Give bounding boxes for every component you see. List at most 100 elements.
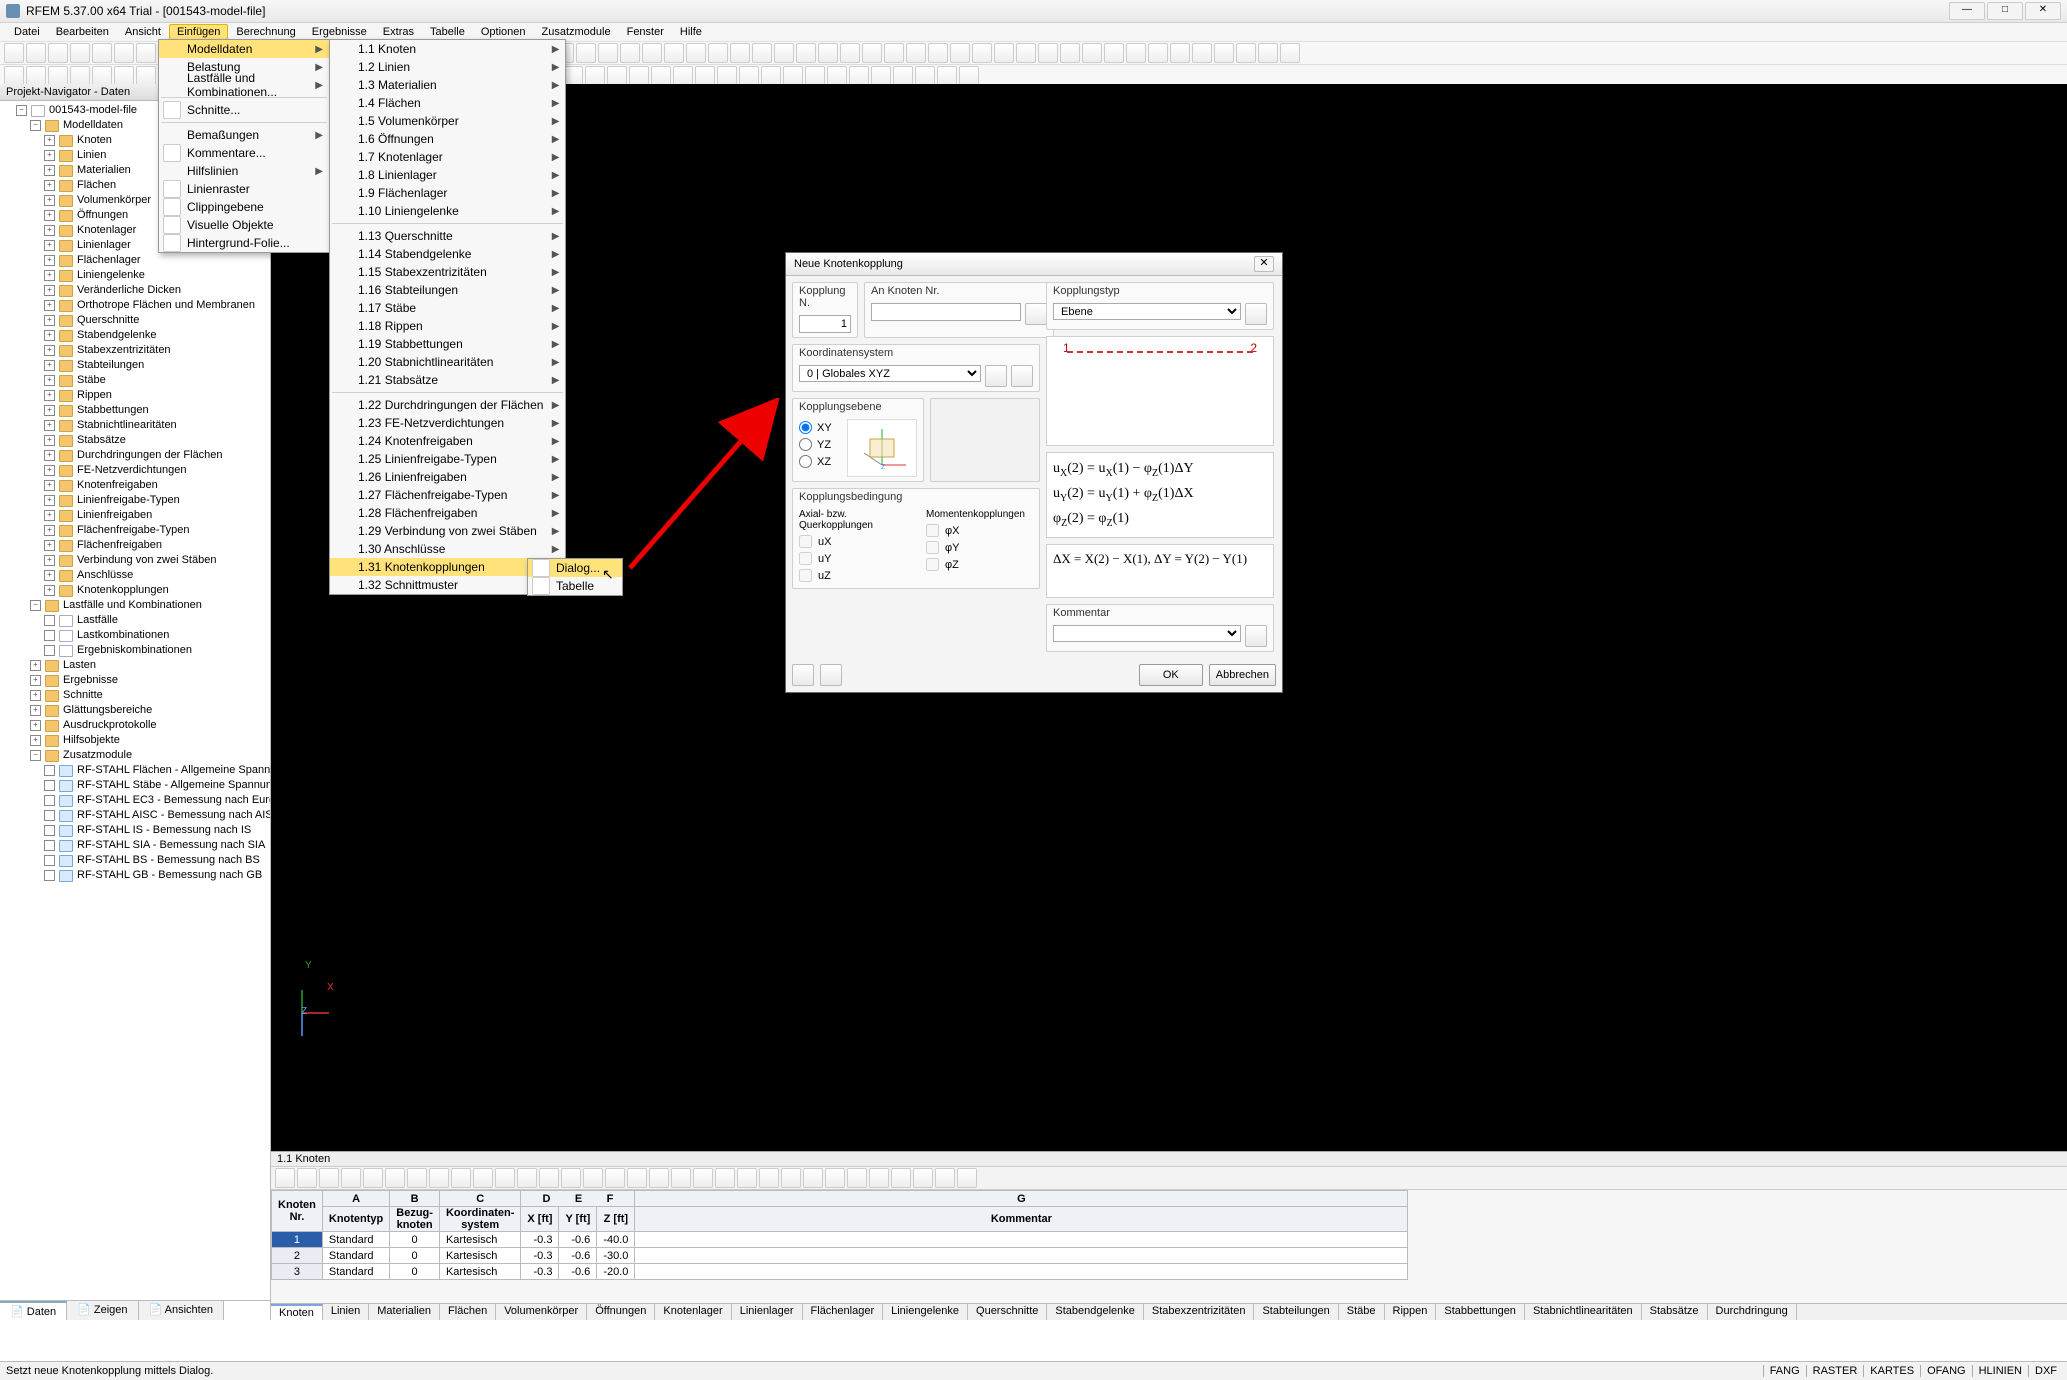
tree-Flächenfreigaben[interactable]: +Flächenfreigaben xyxy=(44,538,268,553)
tt-btn[interactable] xyxy=(319,1168,339,1188)
tree-Stabbettungen[interactable]: +Stabbettungen xyxy=(44,403,268,418)
tb1-btn[interactable] xyxy=(708,43,728,63)
coupling-type-info-button[interactable] xyxy=(1245,303,1267,325)
tb1-btn[interactable] xyxy=(1038,43,1058,63)
mi-Lastfälle und Kombinationen...[interactable]: Lastfälle und Kombinationen...▶ xyxy=(159,76,329,94)
tt-btn[interactable] xyxy=(451,1168,471,1188)
coord-sys-combo[interactable]: 0 | Globales XYZ xyxy=(799,365,981,382)
tb1-btn[interactable] xyxy=(1016,43,1036,63)
tb2-btn[interactable] xyxy=(4,66,24,86)
mi-Visuelle Objekte[interactable]: Visuelle Objekte xyxy=(159,216,329,234)
comment-combo[interactable] xyxy=(1053,625,1241,642)
mi-Tabelle[interactable]: Tabelle xyxy=(528,577,622,595)
tb2-btn[interactable] xyxy=(739,66,759,86)
plane-YZ[interactable]: YZ xyxy=(799,436,847,453)
tb1-btn[interactable] xyxy=(1126,43,1146,63)
tb2-btn[interactable] xyxy=(717,66,737,86)
sheet-Querschnitte[interactable]: Querschnitte xyxy=(968,1304,1047,1320)
sheet-Liniengelenke[interactable]: Liniengelenke xyxy=(883,1304,968,1320)
mi-1.20 Stabnichtlinearitäten[interactable]: 1.20 Stabnichtlinearitäten▶ xyxy=(330,353,565,371)
mi-1.14 Stabendgelenke[interactable]: 1.14 Stabendgelenke▶ xyxy=(330,245,565,263)
tt-btn[interactable] xyxy=(429,1168,449,1188)
mi-1.15 Stabexzentrizitäten[interactable]: 1.15 Stabexzentrizitäten▶ xyxy=(330,263,565,281)
mi-1.9 Flächenlager[interactable]: 1.9 Flächenlager▶ xyxy=(330,184,565,202)
menu-zusatzmodule[interactable]: Zusatzmodule xyxy=(534,24,619,40)
mi-1.3 Materialien[interactable]: 1.3 Materialien▶ xyxy=(330,76,565,94)
mi-1.23 FE-Netzverdichtungen[interactable]: 1.23 FE-Netzverdichtungen▶ xyxy=(330,414,565,432)
tb1-btn[interactable] xyxy=(1060,43,1080,63)
tt-btn[interactable] xyxy=(297,1168,317,1188)
menu-tabelle[interactable]: Tabelle xyxy=(422,24,473,40)
tree-Lastfälle und Kombinationen[interactable]: −Lastfälle und Kombinationen xyxy=(30,598,268,613)
tree-Stabexzentrizitäten[interactable]: +Stabexzentrizitäten xyxy=(44,343,268,358)
chk-φZ[interactable]: φZ xyxy=(926,556,1033,573)
tree-Anschlüsse[interactable]: +Anschlüsse xyxy=(44,568,268,583)
sheet-Linien[interactable]: Linien xyxy=(323,1304,369,1320)
tt-btn[interactable] xyxy=(539,1168,559,1188)
tb1-btn[interactable] xyxy=(818,43,838,63)
tb1-btn[interactable] xyxy=(4,43,24,63)
coupling-number-input[interactable] xyxy=(799,315,851,333)
tree-RF-STAHL GB - Bemessung nach GB[interactable]: RF-STAHL GB - Bemessung nach GB xyxy=(44,868,268,883)
sheet-Stabnichtlinearitäten[interactable]: Stabnichtlinearitäten xyxy=(1525,1304,1642,1320)
tb2-btn[interactable] xyxy=(607,66,627,86)
tree-Liniengelenke[interactable]: +Liniengelenke xyxy=(44,268,268,283)
navigator-tree[interactable]: −001543-model-file−Modelldaten+Knoten+Li… xyxy=(0,101,270,1300)
tt-btn[interactable] xyxy=(605,1168,625,1188)
mi-1.10 Liniengelenke[interactable]: 1.10 Liniengelenke▶ xyxy=(330,202,565,220)
menu-extras[interactable]: Extras xyxy=(375,24,422,40)
tree-Lastfälle[interactable]: Lastfälle xyxy=(44,613,268,628)
menu-ergebnisse[interactable]: Ergebnisse xyxy=(304,24,375,40)
tb2-btn[interactable] xyxy=(783,66,803,86)
tree-Veränderliche Dicken[interactable]: +Veränderliche Dicken xyxy=(44,283,268,298)
tb2-btn[interactable] xyxy=(70,66,90,86)
sheet-Volumenkörper[interactable]: Volumenkörper xyxy=(496,1304,587,1320)
tree-Stäbe[interactable]: +Stäbe xyxy=(44,373,268,388)
tb1-btn[interactable] xyxy=(92,43,112,63)
mi-1.4 Flächen[interactable]: 1.4 Flächen▶ xyxy=(330,94,565,112)
tb2-btn[interactable] xyxy=(827,66,847,86)
tt-btn[interactable] xyxy=(737,1168,757,1188)
menu-optionen[interactable]: Optionen xyxy=(473,24,534,40)
tree-Ergebniskombinationen[interactable]: Ergebniskombinationen xyxy=(44,643,268,658)
tb2-btn[interactable] xyxy=(849,66,869,86)
chk-uZ[interactable]: uZ xyxy=(799,567,906,584)
tb1-btn[interactable] xyxy=(1082,43,1102,63)
tb2-btn[interactable] xyxy=(92,66,112,86)
tb2-btn[interactable] xyxy=(915,66,935,86)
tb1-btn[interactable] xyxy=(598,43,618,63)
sheet-Öffnungen[interactable]: Öffnungen xyxy=(587,1304,655,1320)
tb2-btn[interactable] xyxy=(805,66,825,86)
tree-Ergebnisse[interactable]: +Ergebnisse xyxy=(30,673,268,688)
tb1-btn[interactable] xyxy=(576,43,596,63)
tb2-btn[interactable] xyxy=(629,66,649,86)
tree-Stabteilungen[interactable]: +Stabteilungen xyxy=(44,358,268,373)
mi-1.6 Öffnungen[interactable]: 1.6 Öffnungen▶ xyxy=(330,130,565,148)
help-button[interactable] xyxy=(792,664,814,686)
tree-Flächenlager[interactable]: +Flächenlager xyxy=(44,253,268,268)
mi-Hintergrund-Folie...[interactable]: Hintergrund-Folie... xyxy=(159,234,329,252)
tb1-btn[interactable] xyxy=(1148,43,1168,63)
tree-Glättungsbereiche[interactable]: +Glättungsbereiche xyxy=(30,703,268,718)
tb1-btn[interactable] xyxy=(730,43,750,63)
tb1-btn[interactable] xyxy=(136,43,156,63)
mi-Schnitte...[interactable]: Schnitte... xyxy=(159,101,329,119)
mi-1.26 Linienfreigaben[interactable]: 1.26 Linienfreigaben▶ xyxy=(330,468,565,486)
tb1-btn[interactable] xyxy=(1104,43,1124,63)
mi-Bemaßungen[interactable]: Bemaßungen▶ xyxy=(159,126,329,144)
plane-XY[interactable]: XY xyxy=(799,419,847,436)
tb2-btn[interactable] xyxy=(673,66,693,86)
insert-menu[interactable]: Modelldaten▶Belastung▶Lastfälle und Komb… xyxy=(158,39,330,253)
tree-Rippen[interactable]: +Rippen xyxy=(44,388,268,403)
tree-Lastkombinationen[interactable]: Lastkombinationen xyxy=(44,628,268,643)
tt-btn[interactable] xyxy=(869,1168,889,1188)
sheet-tabs[interactable]: KnotenLinienMaterialienFlächenVolumenkör… xyxy=(271,1303,2067,1320)
tt-btn[interactable] xyxy=(275,1168,295,1188)
sheet-Materialien[interactable]: Materialien xyxy=(369,1304,440,1320)
tt-btn[interactable] xyxy=(363,1168,383,1188)
chk-uX[interactable]: uX xyxy=(799,533,906,550)
tree-Hilfsobjekte[interactable]: +Hilfsobjekte xyxy=(30,733,268,748)
menu-berechnung[interactable]: Berechnung xyxy=(228,24,303,40)
tt-btn[interactable] xyxy=(473,1168,493,1188)
tree-Knotenfreigaben[interactable]: +Knotenfreigaben xyxy=(44,478,268,493)
